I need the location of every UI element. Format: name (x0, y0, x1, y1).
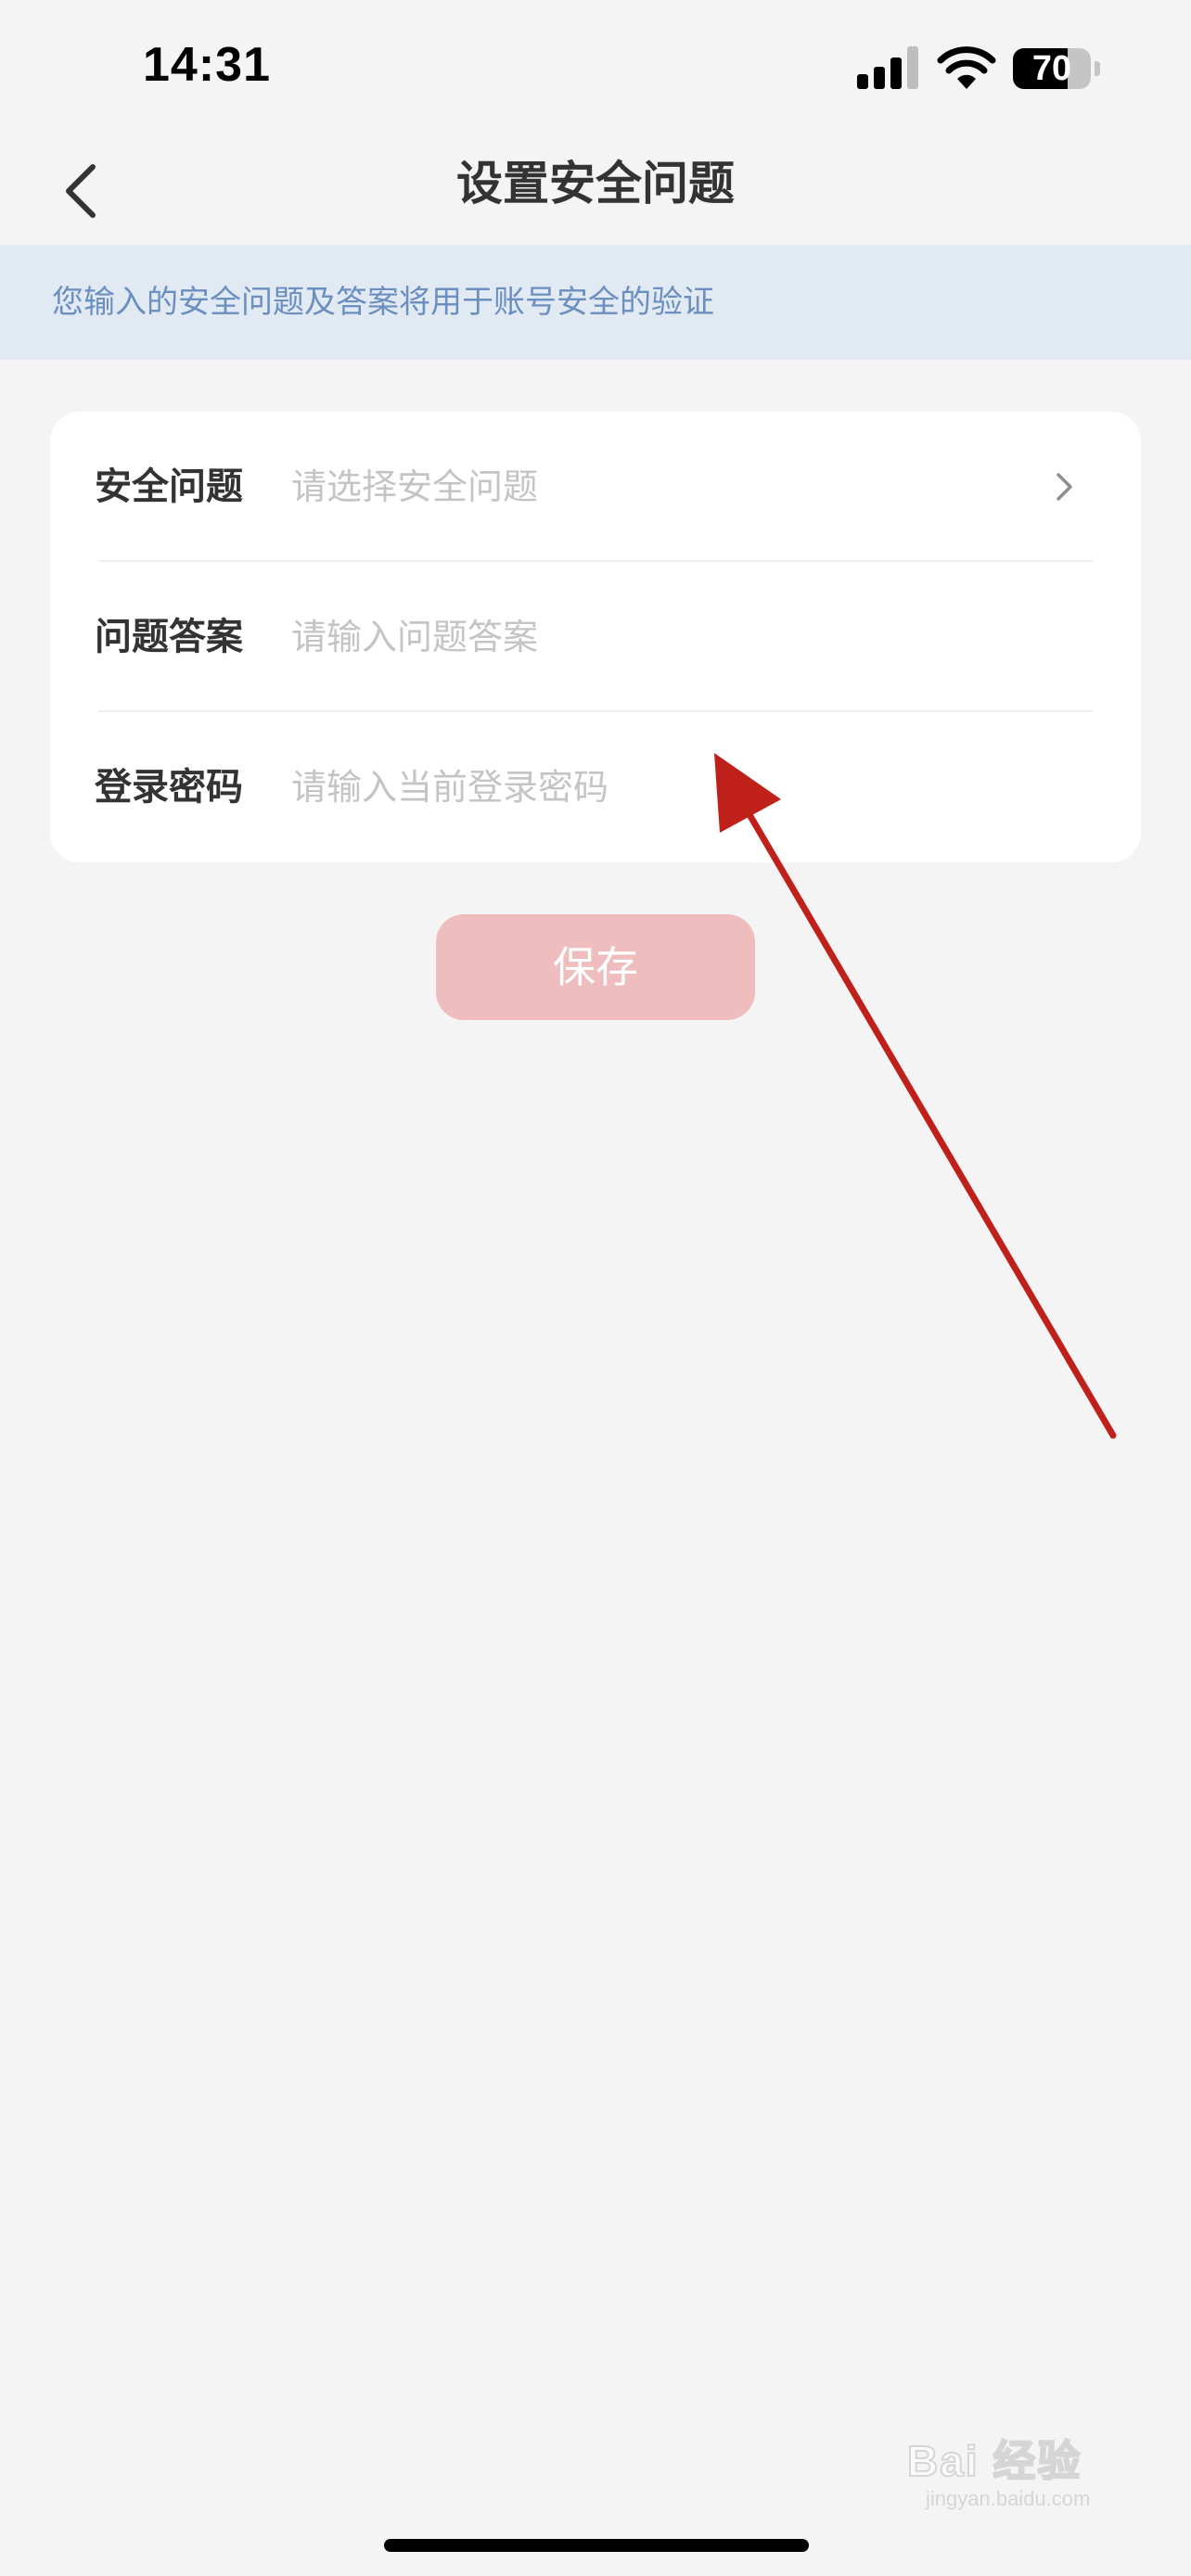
annotation-arrow (714, 753, 1117, 1439)
battery-indicator: 70 (1013, 48, 1102, 89)
password-input[interactable] (291, 749, 1033, 825)
save-button[interactable]: 保存 (436, 914, 755, 1020)
watermark-url: jingyan.baidu.com (926, 2487, 1091, 2510)
answer-row: 问题答案 (50, 562, 1141, 712)
notice-text: 您输入的安全问题及答案将用于账号安全的验证 (52, 284, 714, 321)
battery-body: 70 (1013, 48, 1091, 89)
chevron-right-icon (1057, 473, 1072, 501)
battery-cap (1095, 61, 1100, 76)
answer-label: 问题答案 (95, 616, 243, 658)
password-row: 登录密码 (50, 712, 1141, 862)
watermark-logo-text: Bai 经验 (906, 2436, 1082, 2486)
answer-input[interactable] (291, 599, 1033, 675)
security-question-form: 安全问题 请选择安全问题 问题答案 登录密码 (50, 412, 1141, 862)
status-time: 14:31 (143, 38, 271, 92)
battery-level-text: 70 (1031, 49, 1072, 88)
password-label: 登录密码 (95, 766, 243, 809)
notice-banner: 您输入的安全问题及答案将用于账号安全的验证 (0, 245, 1191, 360)
wifi-icon (937, 46, 996, 89)
baidu-jingyan-watermark: Bai 经验 jingyan.baidu.com (906, 2428, 1158, 2520)
security-question-label: 安全问题 (95, 465, 243, 508)
security-question-select[interactable]: 安全问题 请选择安全问题 (50, 412, 1141, 562)
nav-bar: 设置安全问题 (0, 139, 1191, 245)
security-question-placeholder: 请选择安全问题 (291, 466, 539, 507)
page-title: 设置安全问题 (456, 157, 735, 210)
status-bar: 14:31 70 (0, 0, 1191, 139)
home-indicator[interactable] (384, 2539, 809, 2552)
cellular-signal-icon (857, 46, 918, 89)
back-button[interactable] (52, 154, 126, 228)
chevron-left-icon (66, 164, 96, 218)
